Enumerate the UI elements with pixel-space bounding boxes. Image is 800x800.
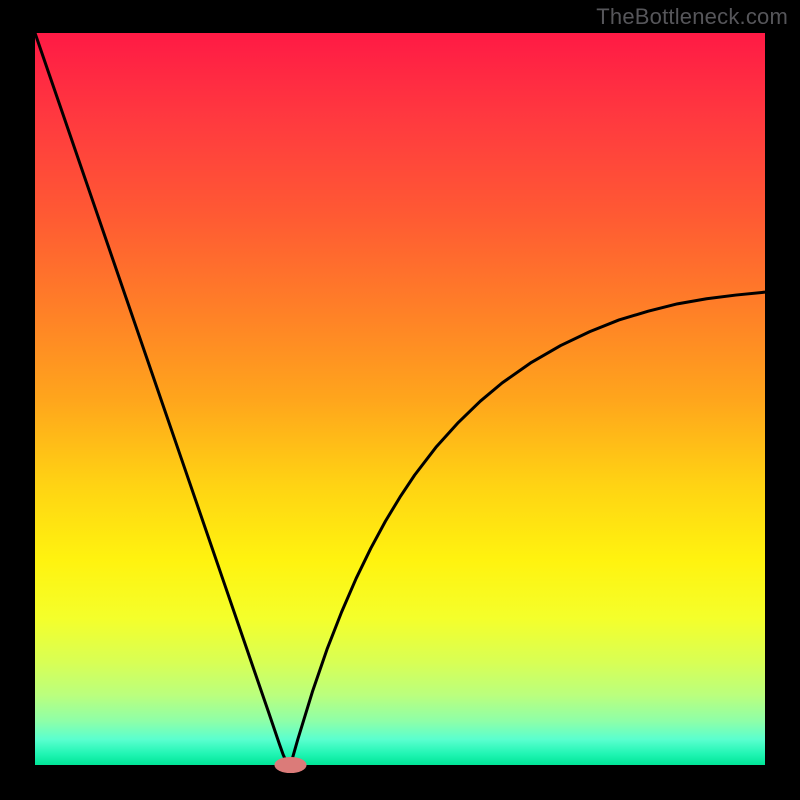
- plot-background: [35, 33, 765, 765]
- optimum-marker: [274, 757, 306, 773]
- chart-svg: [0, 0, 800, 800]
- chart-stage: TheBottleneck.com: [0, 0, 800, 800]
